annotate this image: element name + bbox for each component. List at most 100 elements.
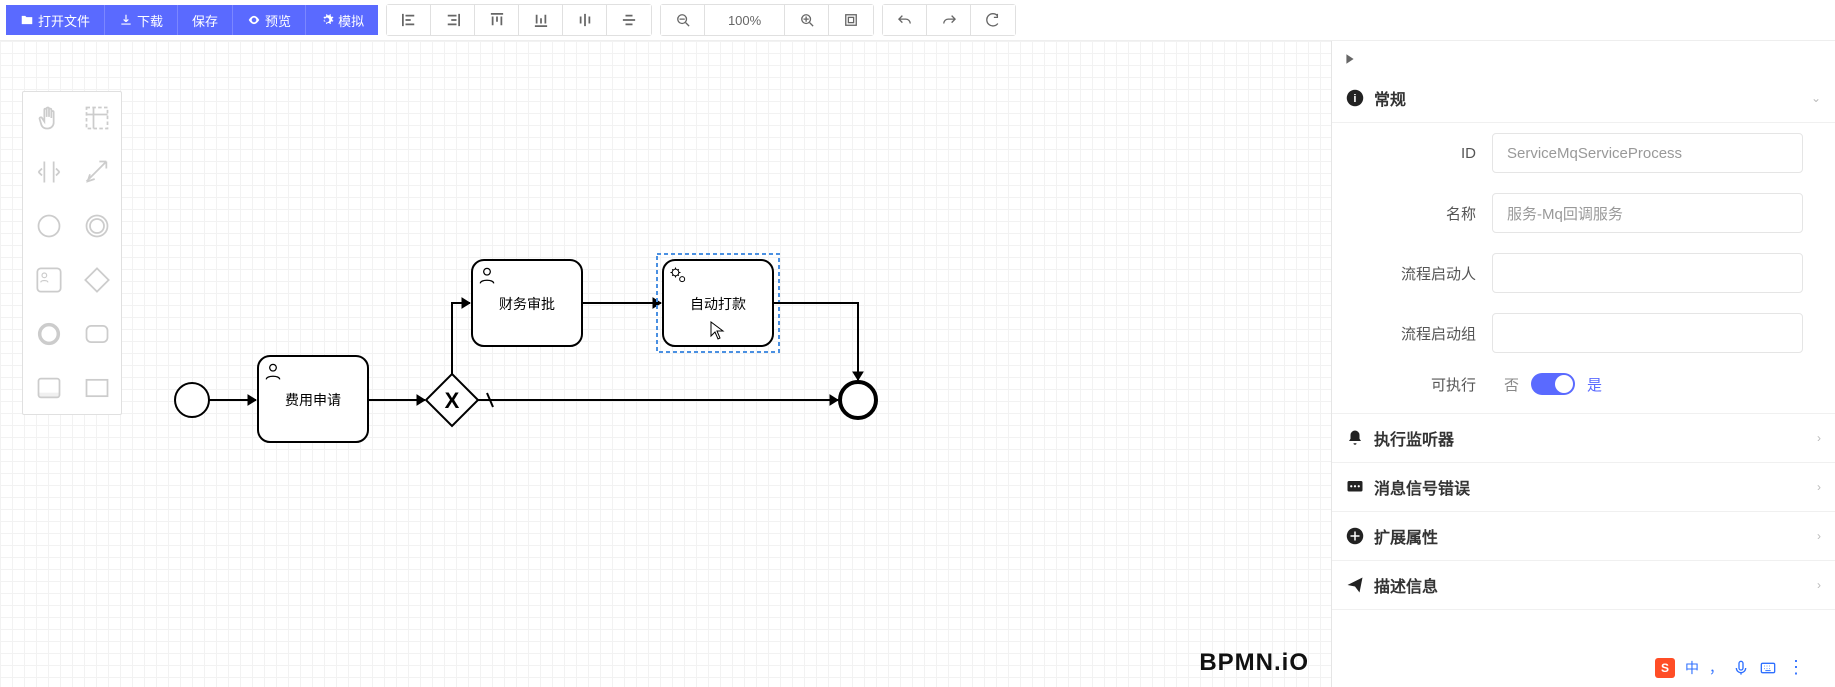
chevron-down-icon: ⌄ — [1811, 91, 1821, 105]
svg-text:i: i — [1353, 93, 1356, 105]
bell-icon — [1346, 429, 1364, 447]
chevron-right-icon: › — [1817, 529, 1821, 543]
field-id-row: ID — [1332, 123, 1835, 183]
field-executable-label: 可执行 — [1332, 374, 1492, 395]
section-description[interactable]: 描述信息 › — [1332, 561, 1835, 610]
redo-icon — [942, 13, 956, 27]
switch-on-label: 是 — [1587, 374, 1602, 395]
field-starter-group-input[interactable] — [1492, 313, 1803, 353]
start-event[interactable] — [175, 383, 209, 417]
svg-text:X: X — [445, 388, 460, 413]
align-top-icon — [490, 13, 504, 27]
field-starter-input[interactable] — [1492, 253, 1803, 293]
message-icon — [1346, 478, 1364, 496]
align-bottom-icon — [534, 13, 548, 27]
main-area: 费用申请 X 财务审批 — [0, 41, 1835, 687]
sequence-flow[interactable] — [452, 303, 470, 374]
preview-button[interactable]: 预览 — [233, 5, 306, 35]
save-button[interactable]: 保存 — [178, 5, 233, 35]
zoom-in-button[interactable] — [785, 5, 829, 35]
align-bottom-button[interactable] — [519, 5, 563, 35]
plus-circle-icon — [1346, 527, 1364, 545]
ime-more-icon[interactable]: ⋮ — [1787, 657, 1805, 678]
align-right-icon — [446, 13, 460, 27]
download-button[interactable]: 下载 — [105, 5, 178, 35]
paper-plane-icon — [1346, 576, 1364, 594]
section-description-title: 描述信息 — [1374, 573, 1807, 597]
refresh-button[interactable] — [971, 5, 1015, 35]
refresh-icon — [986, 13, 1000, 27]
field-executable-row: 可执行 否 是 — [1332, 363, 1835, 414]
align-right-button[interactable] — [431, 5, 475, 35]
fit-icon — [844, 13, 858, 27]
sequence-flow[interactable] — [773, 303, 858, 380]
panel-collapse-toggle[interactable] — [1332, 47, 1835, 74]
section-message-error[interactable]: 消息信号错误 › — [1332, 463, 1835, 512]
keyboard-icon[interactable] — [1759, 660, 1777, 676]
history-group — [882, 4, 1016, 36]
field-starter-group-row: 流程启动组 — [1332, 303, 1835, 363]
bpmn-diagram[interactable]: 费用申请 X 财务审批 — [0, 41, 1000, 541]
zoom-level-display[interactable]: 100% — [705, 5, 785, 35]
simulate-button[interactable]: 模拟 — [306, 5, 378, 35]
field-starter-group-label: 流程启动组 — [1332, 323, 1492, 344]
align-vcenter-button[interactable] — [607, 5, 651, 35]
field-name-input[interactable] — [1492, 193, 1803, 233]
preview-label: 预览 — [265, 11, 291, 30]
undo-icon — [898, 13, 912, 27]
section-general[interactable]: i 常规 ⌄ — [1332, 74, 1835, 123]
section-listeners-title: 执行监听器 — [1374, 426, 1807, 450]
section-extensions-title: 扩展属性 — [1374, 524, 1807, 548]
folder-icon — [20, 13, 34, 27]
switch-off-label: 否 — [1504, 374, 1519, 395]
align-vcenter-icon — [622, 13, 636, 27]
task-auto-payment-label: 自动打款 — [690, 296, 746, 312]
section-message-error-title: 消息信号错误 — [1374, 475, 1807, 499]
section-extensions[interactable]: 扩展属性 › — [1332, 512, 1835, 561]
align-hcenter-icon — [578, 13, 592, 27]
ime-badge-icon[interactable]: S — [1655, 658, 1675, 678]
zoom-fit-button[interactable] — [829, 5, 873, 35]
zoom-in-icon — [800, 13, 814, 27]
zoom-group: 100% — [660, 4, 874, 36]
exclusive-gateway[interactable]: X — [426, 374, 478, 426]
field-id-label: ID — [1332, 145, 1492, 162]
chevron-right-icon — [1344, 53, 1356, 65]
chevron-right-icon: › — [1817, 480, 1821, 494]
align-top-button[interactable] — [475, 5, 519, 35]
field-starter-label: 流程启动人 — [1332, 263, 1492, 284]
save-label: 保存 — [192, 11, 218, 30]
align-left-icon — [402, 13, 416, 27]
undo-button[interactable] — [883, 5, 927, 35]
download-label: 下载 — [137, 11, 163, 30]
redo-button[interactable] — [927, 5, 971, 35]
canvas[interactable]: 费用申请 X 财务审批 — [0, 41, 1332, 687]
ime-punct[interactable]: ， — [1709, 658, 1723, 678]
align-left-button[interactable] — [387, 5, 431, 35]
simulate-label: 模拟 — [338, 11, 364, 30]
end-event[interactable] — [840, 382, 876, 418]
ime-lang[interactable]: 中 — [1685, 658, 1699, 678]
chevron-right-icon: › — [1817, 431, 1821, 445]
field-starter-row: 流程启动人 — [1332, 243, 1835, 303]
ime-bar: S 中 ， ⋮ — [1655, 657, 1805, 678]
align-hcenter-button[interactable] — [563, 5, 607, 35]
zoom-out-button[interactable] — [661, 5, 705, 35]
info-icon: i — [1346, 89, 1364, 107]
eye-icon — [247, 13, 261, 27]
align-group — [386, 4, 652, 36]
executable-switch[interactable] — [1531, 373, 1575, 395]
bpmn-watermark: BPMN.iO — [1199, 649, 1309, 677]
open-file-button[interactable]: 打开文件 — [6, 5, 105, 35]
primary-button-group: 打开文件 下载 保存 预览 模拟 — [6, 5, 378, 35]
task-expense-apply-label: 费用申请 — [285, 392, 341, 408]
microphone-icon[interactable] — [1733, 660, 1749, 676]
field-id-input[interactable] — [1492, 133, 1803, 173]
section-listeners[interactable]: 执行监听器 › — [1332, 414, 1835, 463]
top-toolbar: 打开文件 下载 保存 预览 模拟 100% — [0, 0, 1835, 41]
section-general-title: 常规 — [1374, 86, 1801, 110]
task-finance-approve-label: 财务审批 — [499, 296, 555, 312]
zoom-out-icon — [676, 13, 690, 27]
field-name-label: 名称 — [1332, 203, 1492, 224]
field-name-row: 名称 — [1332, 183, 1835, 243]
